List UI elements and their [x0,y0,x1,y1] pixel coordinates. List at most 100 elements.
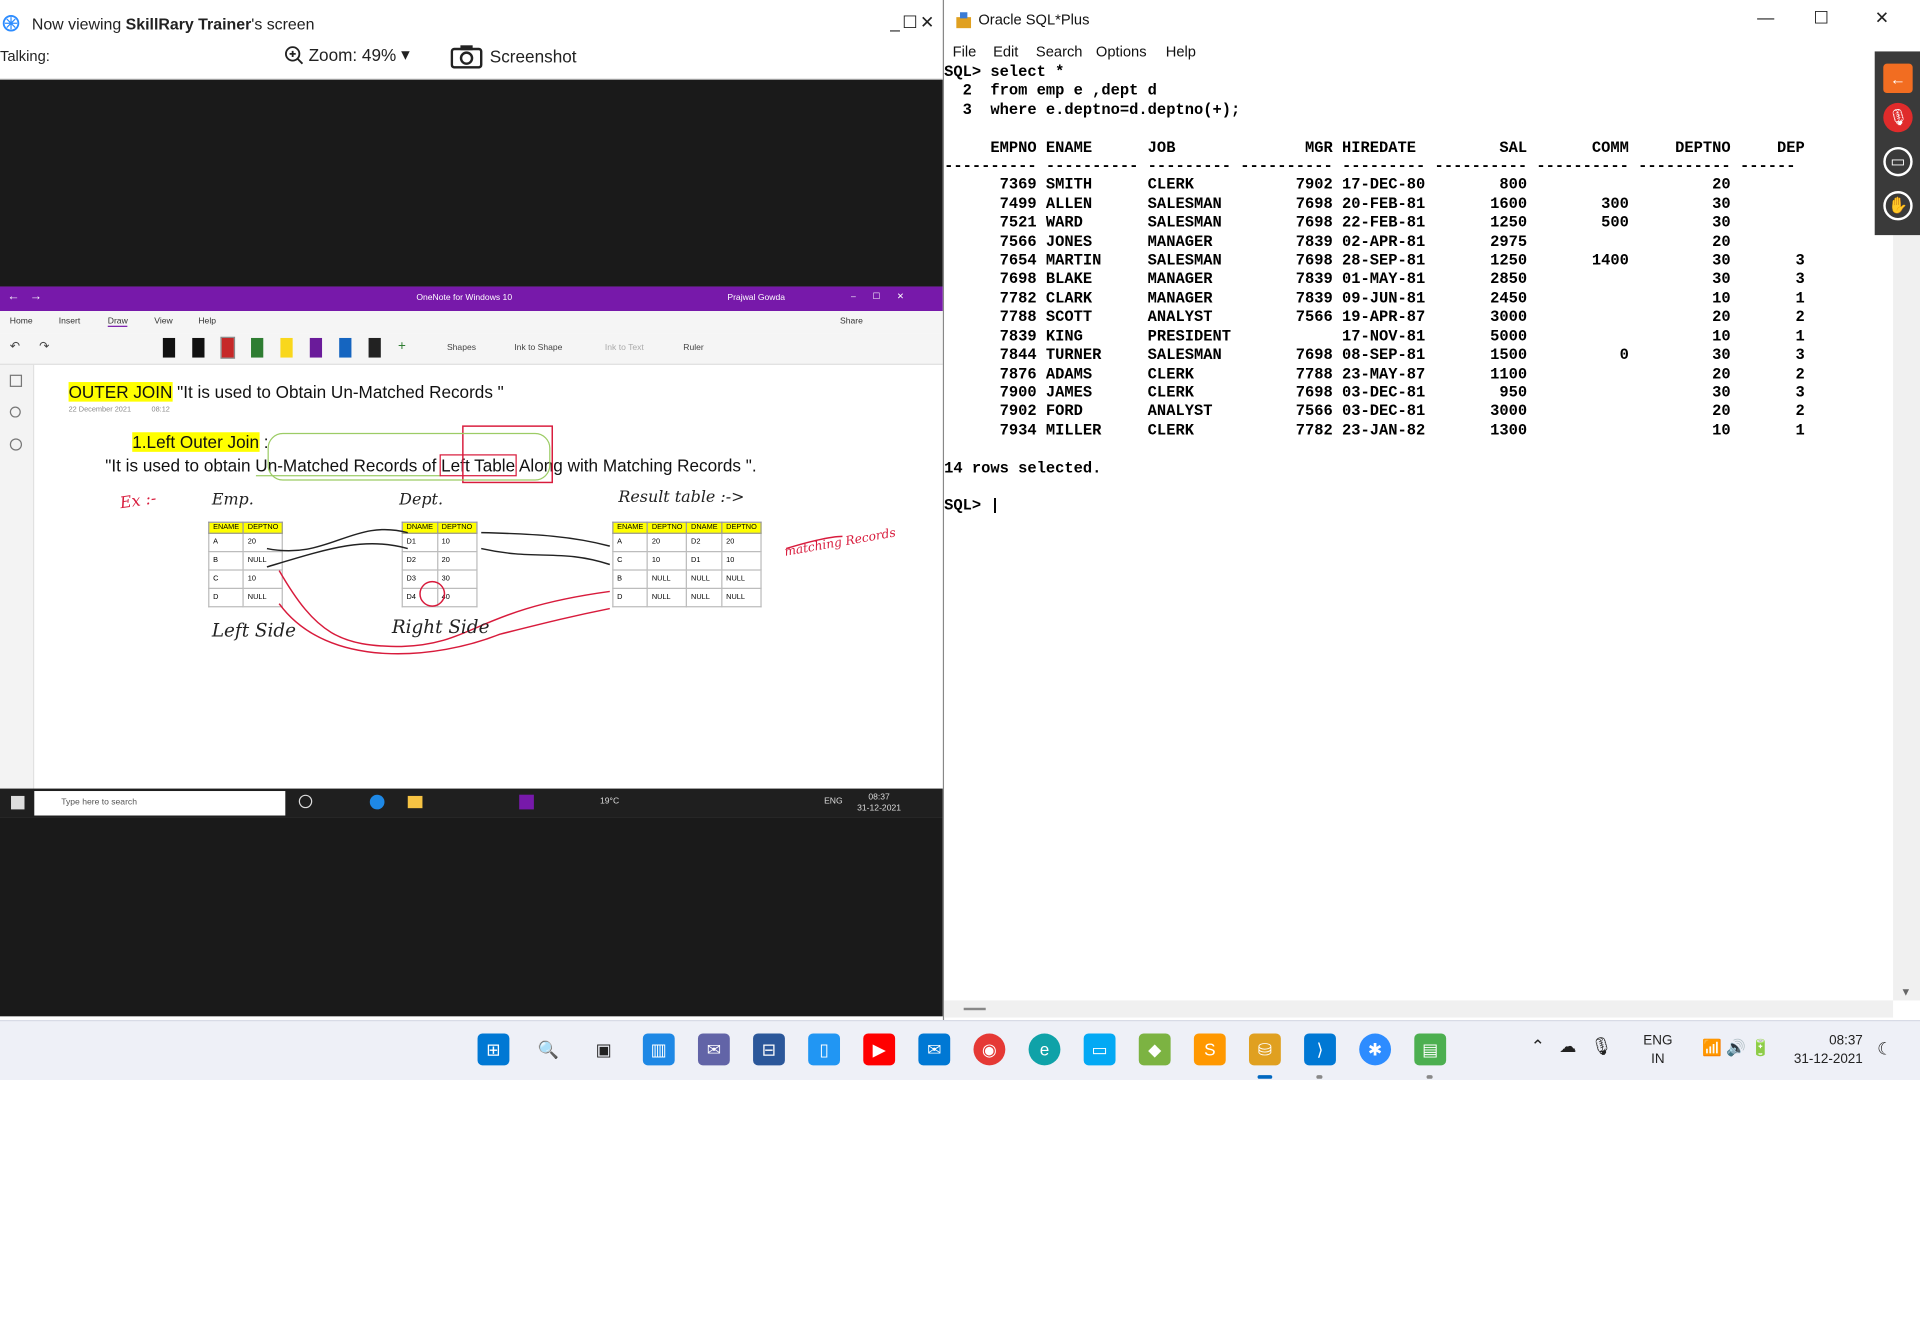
taskbar-clock[interactable]: 08:37 31-12-2021 [1794,1032,1863,1069]
left-side-label: Left Side [211,619,297,642]
scroll-thumb[interactable] [963,1007,986,1011]
notepad-icon[interactable]: ▤ [1414,1033,1447,1066]
ink-to-shape-button[interactable]: Ink to Shape [514,344,562,353]
onenote-share[interactable]: Share [840,317,863,326]
cloud-icon[interactable]: ☁ [1559,1036,1576,1056]
onenote-titlebar: ← → OneNote for Windows 10 Prajwal Gowda… [0,286,943,312]
menu-options[interactable]: Options [1096,43,1147,60]
sqlplus-window: Oracle SQL*Plus — ☐ ✕ File Edit Search O… [942,0,1920,1021]
chat-icon[interactable]: ✉ [697,1033,730,1066]
minimize-button[interactable]: — [1757,7,1774,27]
mail-icon[interactable]: ✉ [918,1033,951,1066]
console-output: SQL> select * 2 from emp e ,dept d 3 whe… [944,63,1805,515]
cortana-icon[interactable] [298,794,313,809]
right-side-label: Right Side [391,615,490,638]
pen-black-icon[interactable] [192,337,205,358]
chevron-up-icon[interactable]: ⌃ [1531,1036,1545,1056]
phone-icon[interactable]: ▯ [808,1033,841,1066]
microphone-icon[interactable]: 🎙 [1883,102,1913,133]
menu-file[interactable]: File [953,43,977,60]
zoom-side-panel: ← 🎙 ▭ ✋ [1874,51,1920,236]
screenshot-button[interactable]: Screenshot [450,44,577,69]
language-indicator[interactable]: ENG IN [1643,1032,1672,1069]
network-volume-battery-icons[interactable]: 📶 🔊 🔋 [1702,1038,1770,1058]
highlighter-yellow-icon[interactable] [280,337,293,358]
pen-purple-icon[interactable] [309,337,323,358]
hand-icon[interactable]: ✋ [1883,191,1913,221]
redo-icon[interactable]: ↷ [39,340,49,353]
chrome-icon[interactable]: ◉ [973,1033,1006,1066]
maximize-button[interactable]: ☐ [1813,7,1828,28]
remote-desktop-icon[interactable]: ▭ [1083,1033,1116,1066]
widgets-icon[interactable]: ▥ [642,1033,675,1066]
vscode-icon[interactable]: ⟩ [1304,1033,1336,1066]
edge-icon[interactable] [369,794,385,810]
back-arrow-icon[interactable]: ← [1883,63,1913,94]
pen-red-icon[interactable] [220,336,236,359]
onenote-menu-draw[interactable]: Draw [107,317,128,327]
viewer-header: Now viewing SkillRary Trainer's screen T… [0,0,943,80]
microphone-icon[interactable]: 🎙 [1591,1036,1613,1056]
maximize-button[interactable]: ☐ [902,12,917,33]
horizontal-scrollbar[interactable] [944,1000,1894,1018]
sublime-icon[interactable]: S [1193,1033,1226,1066]
youtube-icon[interactable]: ▶ [863,1033,896,1066]
zoom-in-icon [285,45,304,64]
sqlplus-titlebar: Oracle SQL*Plus — ☐ ✕ [944,0,1920,40]
ruler-button[interactable]: Ruler [683,344,703,353]
sqlplus-console[interactable]: SQL> select * 2 from emp e ,dept d 3 whe… [944,63,1894,1001]
running-indicator [1316,1075,1323,1079]
scroll-down-icon[interactable]: ▼ [1900,986,1911,998]
notifications-icon[interactable]: ☾ [1877,1038,1892,1059]
search-icon[interactable] [9,406,21,418]
window-icon[interactable]: ▭ [1883,146,1913,177]
viewer-window-controls: _ ☐ ✕ [890,12,934,33]
add-pen-icon[interactable]: + [398,339,406,354]
pen-black-icon[interactable] [162,337,176,358]
pen-dark-icon[interactable] [368,337,381,358]
onenote-menu-insert[interactable]: Insert [59,317,80,326]
store-icon[interactable]: ⊟ [753,1033,785,1066]
task-view-icon[interactable]: ▣ [588,1033,620,1065]
screenshot-label: Screenshot [489,46,577,67]
close-button[interactable]: ✕ [1875,7,1889,28]
onenote-window-controls: – ☐ ✕ [851,292,905,302]
minimize-button[interactable]: _ [890,12,900,33]
onenote-draw-toolbar: ↶ ↷ + Shapes Ink to Shape Ink to Text Ru… [0,333,943,365]
start-icon[interactable]: ⊞ [477,1033,510,1066]
pen-green-icon[interactable] [251,337,264,358]
undo-icon[interactable]: ↶ [10,340,20,353]
windows-start-icon[interactable] [11,795,25,810]
file-explorer-icon[interactable] [407,795,423,809]
recent-icon[interactable] [9,438,23,451]
shapes-button[interactable]: Shapes [447,344,476,353]
sqlplus-menu-bar: File Edit Search Options Help [944,39,1920,64]
pen-blue-icon[interactable] [339,337,352,358]
zoom-icon[interactable]: ✱ [1359,1033,1392,1066]
caret-down-icon: ▾ [401,44,410,64]
edge-icon[interactable]: e [1028,1033,1061,1066]
menu-edit[interactable]: Edit [993,43,1018,60]
onenote-menu-bar: Home Insert Draw View Help Share [0,311,943,334]
menu-help[interactable]: Help [1166,43,1196,60]
onenote-sidebar [0,364,35,789]
onenote-menu-view[interactable]: View [154,317,172,326]
system-tray: ⌃ ☁ 🎙 [1531,1036,1613,1057]
camera-icon [450,45,483,69]
zoom-dropdown[interactable]: Zoom: 49% ▾ [284,44,410,65]
remote-search-box[interactable]: Type here to search [34,791,286,816]
sqlplus-icon[interactable]: ⛁ [1248,1033,1281,1066]
snowflake-app-icon [2,15,20,32]
ink-annotations [266,425,843,655]
search-icon[interactable]: 🔍 [533,1033,565,1065]
onenote-menu-home[interactable]: Home [10,317,33,326]
ink-to-text-button[interactable]: Ink to Text [605,344,644,353]
onenote-menu-help[interactable]: Help [198,317,216,326]
close-button[interactable]: ✕ [920,12,934,33]
back-forward-icons[interactable]: ← → [7,290,42,303]
gem-icon[interactable]: ◆ [1138,1033,1171,1066]
menu-search[interactable]: Search [1036,43,1083,60]
onenote-icon[interactable] [519,794,534,810]
shared-screen: ← → OneNote for Windows 10 Prajwal Gowda… [0,286,943,818]
notebooks-icon[interactable] [9,374,23,387]
